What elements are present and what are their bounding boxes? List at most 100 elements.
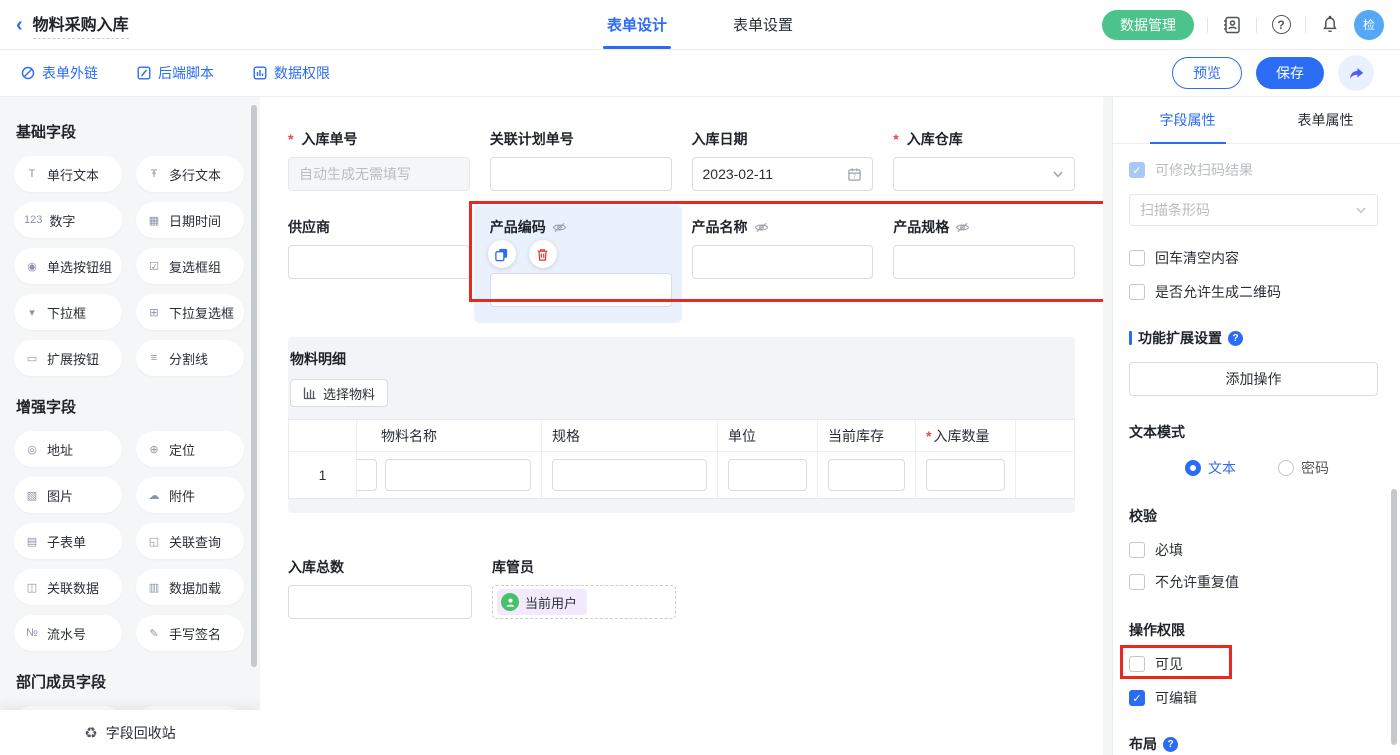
field-warehouse[interactable]: 入库仓库 bbox=[893, 129, 1075, 191]
sidebar-item-dropdown[interactable]: ▾下拉框 bbox=[14, 294, 122, 330]
sidebar-item-geolocation[interactable]: ⊕定位 bbox=[136, 431, 244, 467]
supplier-input[interactable] bbox=[288, 245, 470, 279]
share-button[interactable] bbox=[1338, 55, 1374, 91]
bell-icon[interactable] bbox=[1319, 14, 1341, 36]
sidebar-scrollbar[interactable] bbox=[251, 105, 257, 667]
sidebar-item-image[interactable]: ▧图片 bbox=[14, 477, 122, 513]
editable-checkbox[interactable]: ✓ 可编辑 bbox=[1129, 688, 1378, 708]
user-avatar[interactable]: 检 bbox=[1354, 10, 1384, 40]
visible-checkbox[interactable]: 可见 bbox=[1129, 654, 1241, 674]
header-filler bbox=[1016, 420, 1074, 451]
field-label: 产品名称 bbox=[692, 217, 874, 237]
field-inbound-date[interactable]: 入库日期 2023-02-11 7 bbox=[692, 129, 874, 191]
sidebar-item-subform[interactable]: ▤子表单 bbox=[14, 523, 122, 559]
divider bbox=[1256, 17, 1257, 33]
field-inbound-no[interactable]: 入库单号 bbox=[288, 129, 470, 191]
pen-icon: ✎ bbox=[146, 627, 162, 640]
product-name-input[interactable] bbox=[692, 245, 874, 279]
sidebar-item-linked-query[interactable]: ◱关联查询 bbox=[136, 523, 244, 559]
field-label: 供应商 bbox=[288, 217, 470, 237]
inbound-total-input[interactable] bbox=[288, 585, 472, 619]
data-manage-button[interactable]: 数据管理 bbox=[1102, 10, 1194, 40]
sidebar-item-datetime[interactable]: ▦日期时间 bbox=[136, 202, 244, 238]
panel-scrollbar[interactable] bbox=[1391, 489, 1397, 745]
required-checkbox[interactable]: 必填 bbox=[1129, 540, 1378, 560]
sidebar-item-checkbox-group[interactable]: ☑复选框组 bbox=[136, 248, 244, 284]
help-circle-icon[interactable]: ? bbox=[1163, 737, 1178, 752]
sidebar-item-radio-group[interactable]: ◉单选按钮组 bbox=[14, 248, 122, 284]
keeper-member-box[interactable]: 当前用户 bbox=[492, 585, 676, 619]
date-input[interactable]: 2023-02-11 7 bbox=[692, 157, 874, 191]
tab-form-properties[interactable]: 表单属性 bbox=[1288, 97, 1364, 143]
form-row-2: 供应商 产品编码 bbox=[288, 217, 1075, 307]
product-spec-input[interactable] bbox=[893, 245, 1075, 279]
cell-spec bbox=[542, 452, 718, 498]
material-name-input[interactable] bbox=[385, 459, 531, 491]
warehouse-select[interactable] bbox=[893, 157, 1075, 191]
unit-input[interactable] bbox=[728, 459, 807, 491]
cell-filler bbox=[1016, 452, 1074, 498]
preview-button[interactable]: 预览 bbox=[1172, 57, 1242, 89]
header-tabs: 表单设计 表单设置 bbox=[603, 0, 797, 49]
add-action-button[interactable]: 添加操作 bbox=[1129, 362, 1378, 396]
checkbox-checked-icon: ✓ bbox=[1129, 690, 1145, 706]
tab-form-settings[interactable]: 表单设置 bbox=[729, 0, 797, 49]
product-code-input[interactable] bbox=[490, 273, 672, 307]
sidebar-item-single-line-text[interactable]: T单行文本 bbox=[14, 156, 122, 192]
contact-book-icon[interactable] bbox=[1221, 14, 1243, 36]
field-warehouse-keeper[interactable]: 库管员 当前用户 bbox=[492, 557, 676, 619]
sidebar-item-number[interactable]: 123数字 bbox=[14, 202, 122, 238]
radio-password[interactable]: 密码 bbox=[1278, 458, 1329, 478]
clipped-cell-input[interactable] bbox=[357, 459, 377, 491]
allow-qrcode-checkbox[interactable]: 是否允许生成二维码 bbox=[1129, 282, 1378, 302]
field-label: 入库总数 bbox=[288, 557, 472, 577]
subform-material-detail[interactable]: 物料明细 选择物料 物料名称 规格 单位 当前库存 入库数量 bbox=[288, 337, 1075, 513]
field-inbound-total[interactable]: 入库总数 bbox=[288, 557, 472, 619]
field-product-code[interactable]: 产品编码 bbox=[490, 217, 672, 307]
help-circle-icon[interactable]: ? bbox=[1228, 331, 1243, 346]
location-pin-icon: ◎ bbox=[24, 443, 40, 456]
row-index: 1 bbox=[289, 452, 357, 498]
sidebar-item-data-load[interactable]: ▥数据加载 bbox=[136, 569, 244, 605]
backend-script-button[interactable]: 后端脚本 bbox=[136, 63, 214, 83]
field-product-name[interactable]: 产品名称 bbox=[692, 217, 874, 307]
checkbox-checked-disabled-icon: ✓ bbox=[1129, 162, 1145, 178]
external-link-button[interactable]: 表单外链 bbox=[20, 63, 98, 83]
tab-form-design[interactable]: 表单设计 bbox=[603, 0, 671, 49]
form-row-1: 入库单号 关联计划单号 入库日期 2023-02-11 7 入库仓库 bbox=[288, 129, 1075, 191]
page-title[interactable]: 物料采购入库 bbox=[33, 11, 129, 39]
panel-body: ✓ 可修改扫码结果 扫描条形码 回车清空内容 是否允许生成二维码 bbox=[1113, 144, 1400, 755]
enter-clear-checkbox[interactable]: 回车清空内容 bbox=[1129, 248, 1378, 268]
no-duplicate-checkbox[interactable]: 不允许重复值 bbox=[1129, 572, 1378, 592]
basic-field-grid: T单行文本 Ŧ多行文本 123数字 ▦日期时间 ◉单选按钮组 ☑复选框组 ▾下拉… bbox=[14, 156, 244, 376]
field-product-spec[interactable]: 产品规格 bbox=[893, 217, 1075, 307]
panel-tabs: 字段属性 表单属性 bbox=[1113, 97, 1400, 144]
sidebar-item-multi-line-text[interactable]: Ŧ多行文本 bbox=[136, 156, 244, 192]
delete-field-button[interactable] bbox=[529, 240, 557, 268]
button-icon: ▭ bbox=[24, 352, 40, 365]
sidebar-item-multi-dropdown[interactable]: ⊞下拉复选框 bbox=[136, 294, 244, 330]
radio-text[interactable]: 文本 bbox=[1185, 458, 1236, 478]
field-recycle-bin[interactable]: ♻ 字段回收站 bbox=[0, 710, 260, 755]
sidebar-item-extend-button[interactable]: ▭扩展按钮 bbox=[14, 340, 122, 376]
back-chevron-icon[interactable]: ‹ bbox=[16, 15, 23, 35]
spec-input[interactable] bbox=[552, 459, 707, 491]
copy-field-button[interactable] bbox=[488, 240, 516, 268]
select-material-button[interactable]: 选择物料 bbox=[290, 379, 388, 407]
sidebar-item-divider[interactable]: ≡分割线 bbox=[136, 340, 244, 376]
field-plan-no[interactable]: 关联计划单号 bbox=[490, 129, 672, 191]
tab-field-properties[interactable]: 字段属性 bbox=[1150, 97, 1226, 143]
sidebar-item-linked-data[interactable]: ◫关联数据 bbox=[14, 569, 122, 605]
save-button[interactable]: 保存 bbox=[1256, 57, 1324, 89]
inbound-qty-input[interactable] bbox=[926, 459, 1005, 491]
sidebar-item-address[interactable]: ◎地址 bbox=[14, 431, 122, 467]
help-icon[interactable]: ? bbox=[1270, 14, 1292, 36]
field-supplier[interactable]: 供应商 bbox=[288, 217, 470, 307]
plan-no-input[interactable] bbox=[490, 157, 672, 191]
chart-icon: ▥ bbox=[146, 581, 162, 594]
sidebar-item-signature[interactable]: ✎手写签名 bbox=[136, 615, 244, 651]
sidebar-item-serial-number[interactable]: №流水号 bbox=[14, 615, 122, 651]
current-stock-input[interactable] bbox=[828, 459, 905, 491]
sidebar-item-attachment[interactable]: ☁附件 bbox=[136, 477, 244, 513]
data-permission-button[interactable]: 数据权限 bbox=[252, 63, 330, 83]
